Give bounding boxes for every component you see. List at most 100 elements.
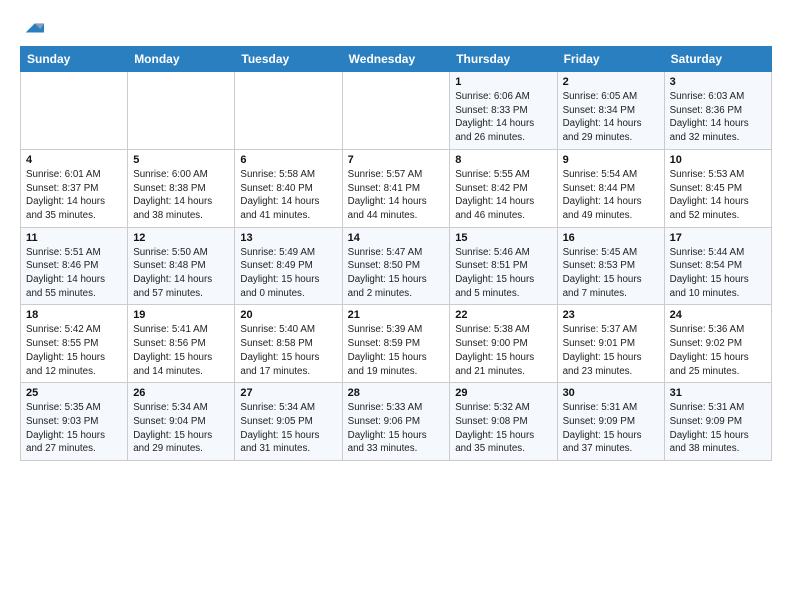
day-info: Sunrise: 5:34 AMSunset: 9:05 PMDaylight:…	[240, 401, 336, 456]
calendar-cell: 12Sunrise: 5:50 AMSunset: 8:48 PMDayligh…	[128, 227, 235, 305]
day-info: Sunrise: 5:57 AMSunset: 8:41 PMDaylight:…	[348, 168, 445, 223]
calendar-week-3: 11 Sunrise: 5:51 AMSunset: 8:46 PMDayligh…	[21, 227, 772, 305]
calendar-cell: 17 Sunrise: 5:44 AMSunset: 8:54 PMDayligh…	[664, 227, 771, 305]
calendar-cell: 29 Sunrise: 5:32 AMSunset: 9:08 PMDayligh…	[450, 383, 557, 461]
calendar-week-4: 18 Sunrise: 5:42 AMSunset: 8:55 PMDayligh…	[21, 305, 772, 383]
calendar-cell: 18 Sunrise: 5:42 AMSunset: 8:55 PMDayligh…	[21, 305, 128, 383]
calendar-cell: 10 Sunrise: 5:53 AMSunset: 8:45 PMDayligh…	[664, 149, 771, 227]
day-info: Sunrise: 5:55 AMSunset: 8:42 PMDaylight:…	[455, 168, 551, 223]
calendar-cell: 23 Sunrise: 5:37 AMSunset: 9:01 PMDayligh…	[557, 305, 664, 383]
calendar-cell: 2Sunrise: 6:05 AMSunset: 8:34 PMDaylight…	[557, 72, 664, 150]
day-number: 16	[563, 232, 659, 244]
day-number: 2	[563, 76, 659, 88]
calendar-cell: 4 Sunrise: 6:01 AMSunset: 8:37 PMDaylight…	[21, 149, 128, 227]
calendar-cell: 8 Sunrise: 5:55 AMSunset: 8:42 PMDaylight…	[450, 149, 557, 227]
day-info: Sunrise: 6:00 AMSunset: 8:38 PMDaylight:…	[133, 168, 229, 223]
day-info: Sunrise: 5:53 AMSunset: 8:45 PMDaylight:…	[670, 168, 766, 223]
day-info: Sunrise: 5:54 AMSunset: 8:44 PMDaylight:…	[563, 168, 659, 223]
day-number: 28	[348, 387, 445, 399]
day-info: Sunrise: 5:47 AMSunset: 8:50 PMDaylight:…	[348, 246, 445, 301]
day-number: 30	[563, 387, 659, 399]
day-header-tuesday: Tuesday	[235, 47, 342, 72]
calendar-week-2: 4 Sunrise: 6:01 AMSunset: 8:37 PMDaylight…	[21, 149, 772, 227]
calendar-cell: 7Sunrise: 5:57 AMSunset: 8:41 PMDaylight…	[342, 149, 450, 227]
day-info: Sunrise: 5:34 AMSunset: 9:04 PMDaylight:…	[133, 401, 229, 456]
calendar-cell: 20 Sunrise: 5:40 AMSunset: 8:58 PMDayligh…	[235, 305, 342, 383]
day-info: Sunrise: 5:42 AMSunset: 8:55 PMDaylight:…	[26, 323, 122, 378]
calendar-week-1: 1 Sunrise: 6:06 AMSunset: 8:33 PMDaylight…	[21, 72, 772, 150]
page-header	[20, 16, 772, 38]
day-header-monday: Monday	[128, 47, 235, 72]
calendar-cell: 3Sunrise: 6:03 AMSunset: 8:36 PMDaylight…	[664, 72, 771, 150]
day-number: 3	[670, 76, 766, 88]
day-info: Sunrise: 5:31 AMSunset: 9:09 PMDaylight:…	[670, 401, 766, 456]
calendar-cell: 21 Sunrise: 5:39 AMSunset: 8:59 PMDayligh…	[342, 305, 450, 383]
day-info: Sunrise: 6:06 AMSunset: 8:33 PMDaylight:…	[455, 90, 551, 145]
day-number: 29	[455, 387, 551, 399]
logo	[20, 16, 44, 38]
day-info: Sunrise: 5:36 AMSunset: 9:02 PMDaylight:…	[670, 323, 766, 378]
day-number: 14	[348, 232, 445, 244]
day-number: 6	[240, 154, 336, 166]
calendar-cell	[342, 72, 450, 150]
calendar-cell: 31Sunrise: 5:31 AMSunset: 9:09 PMDayligh…	[664, 383, 771, 461]
day-number: 11	[26, 232, 122, 244]
day-info: Sunrise: 6:01 AMSunset: 8:37 PMDaylight:…	[26, 168, 122, 223]
day-number: 22	[455, 309, 551, 321]
day-number: 8	[455, 154, 551, 166]
day-number: 21	[348, 309, 445, 321]
day-info: Sunrise: 5:44 AMSunset: 8:54 PMDaylight:…	[670, 246, 766, 301]
day-number: 20	[240, 309, 336, 321]
day-info: Sunrise: 5:38 AMSunset: 9:00 PMDaylight:…	[455, 323, 551, 378]
day-info: Sunrise: 5:35 AMSunset: 9:03 PMDaylight:…	[26, 401, 122, 456]
calendar-body: 1 Sunrise: 6:06 AMSunset: 8:33 PMDaylight…	[21, 72, 772, 461]
day-number: 17	[670, 232, 766, 244]
calendar-cell: 26 Sunrise: 5:34 AMSunset: 9:04 PMDayligh…	[128, 383, 235, 461]
day-number: 27	[240, 387, 336, 399]
calendar-cell	[235, 72, 342, 150]
calendar-cell: 9 Sunrise: 5:54 AMSunset: 8:44 PMDaylight…	[557, 149, 664, 227]
day-header-saturday: Saturday	[664, 47, 771, 72]
day-header-thursday: Thursday	[450, 47, 557, 72]
day-number: 18	[26, 309, 122, 321]
calendar-header: SundayMondayTuesdayWednesdayThursdayFrid…	[21, 47, 772, 72]
day-number: 4	[26, 154, 122, 166]
logo-icon	[22, 16, 44, 38]
day-info: Sunrise: 5:58 AMSunset: 8:40 PMDaylight:…	[240, 168, 336, 223]
calendar-cell: 15 Sunrise: 5:46 AMSunset: 8:51 PMDayligh…	[450, 227, 557, 305]
day-info: Sunrise: 5:31 AMSunset: 9:09 PMDaylight:…	[563, 401, 659, 456]
day-info: Sunrise: 5:46 AMSunset: 8:51 PMDaylight:…	[455, 246, 551, 301]
day-number: 1	[455, 76, 551, 88]
calendar-cell: 27 Sunrise: 5:34 AMSunset: 9:05 PMDayligh…	[235, 383, 342, 461]
day-header-wednesday: Wednesday	[342, 47, 450, 72]
calendar-cell: 6 Sunrise: 5:58 AMSunset: 8:40 PMDaylight…	[235, 149, 342, 227]
calendar-cell	[21, 72, 128, 150]
day-number: 9	[563, 154, 659, 166]
day-info: Sunrise: 5:33 AMSunset: 9:06 PMDaylight:…	[348, 401, 445, 456]
day-header-sunday: Sunday	[21, 47, 128, 72]
calendar-cell: 24 Sunrise: 5:36 AMSunset: 9:02 PMDayligh…	[664, 305, 771, 383]
calendar-cell: 1 Sunrise: 6:06 AMSunset: 8:33 PMDaylight…	[450, 72, 557, 150]
calendar-cell: 25Sunrise: 5:35 AMSunset: 9:03 PMDayligh…	[21, 383, 128, 461]
day-number: 26	[133, 387, 229, 399]
day-info: Sunrise: 5:49 AMSunset: 8:49 PMDaylight:…	[240, 246, 336, 301]
day-number: 23	[563, 309, 659, 321]
day-info: Sunrise: 5:39 AMSunset: 8:59 PMDaylight:…	[348, 323, 445, 378]
day-number: 15	[455, 232, 551, 244]
day-info: Sunrise: 5:37 AMSunset: 9:01 PMDaylight:…	[563, 323, 659, 378]
day-info: Sunrise: 5:32 AMSunset: 9:08 PMDaylight:…	[455, 401, 551, 456]
calendar-cell: 13 Sunrise: 5:49 AMSunset: 8:49 PMDayligh…	[235, 227, 342, 305]
day-number: 12	[133, 232, 229, 244]
day-info: Sunrise: 5:40 AMSunset: 8:58 PMDaylight:…	[240, 323, 336, 378]
day-info: Sunrise: 5:51 AMSunset: 8:46 PMDaylight:…	[26, 246, 122, 301]
day-number: 24	[670, 309, 766, 321]
day-info: Sunrise: 5:41 AMSunset: 8:56 PMDaylight:…	[133, 323, 229, 378]
day-header-friday: Friday	[557, 47, 664, 72]
calendar-cell: 28 Sunrise: 5:33 AMSunset: 9:06 PMDayligh…	[342, 383, 450, 461]
day-number: 19	[133, 309, 229, 321]
day-number: 13	[240, 232, 336, 244]
calendar-cell: 5 Sunrise: 6:00 AMSunset: 8:38 PMDaylight…	[128, 149, 235, 227]
calendar-cell	[128, 72, 235, 150]
day-number: 10	[670, 154, 766, 166]
day-number: 5	[133, 154, 229, 166]
